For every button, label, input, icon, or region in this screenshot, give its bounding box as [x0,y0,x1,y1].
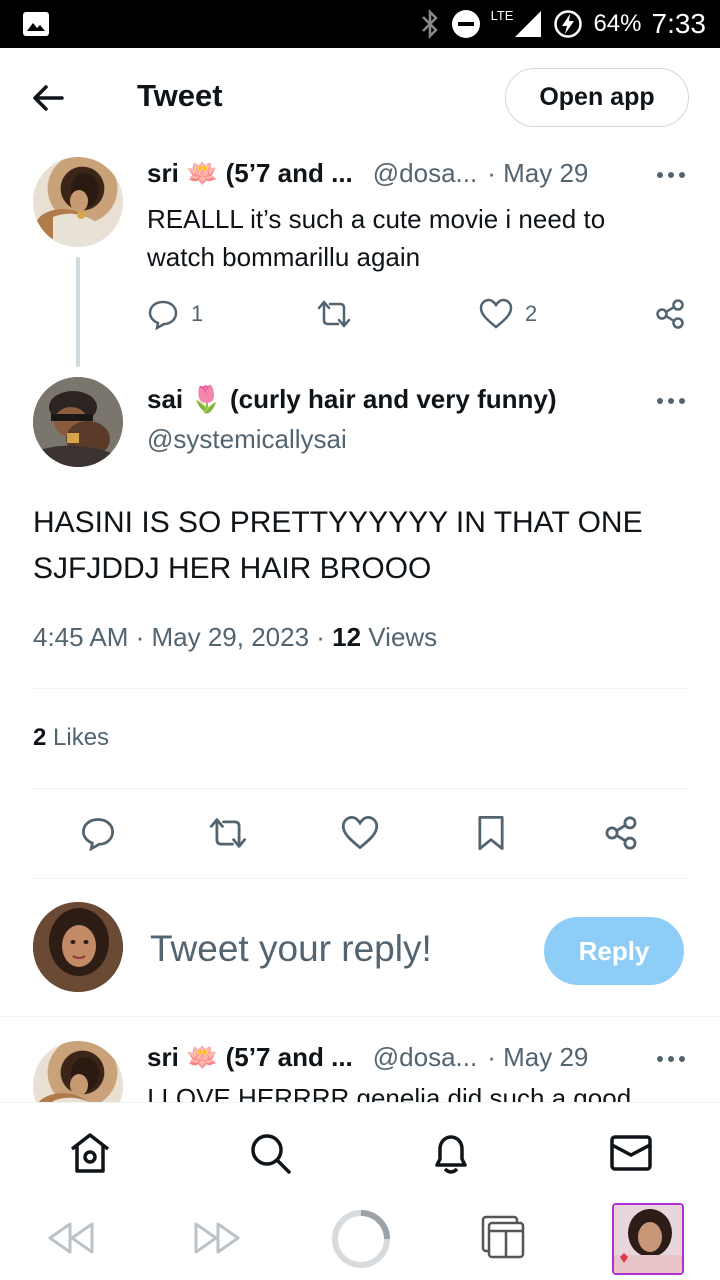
reply-input[interactable]: Tweet your reply! [150,928,432,970]
likes-label: Likes [46,724,110,751]
reply-icon [148,300,178,330]
network-type: LTE [490,8,514,23]
more-options-icon[interactable] [656,1053,686,1065]
tabs-icon[interactable] [480,1214,528,1262]
loading-icon[interactable] [330,1208,392,1270]
retweet-action[interactable] [316,298,352,330]
bluetooth-icon [421,9,438,39]
bookmark-icon[interactable] [474,814,508,852]
like-count: 2 [525,301,538,326]
profile-image [614,1205,682,1273]
search-icon[interactable] [248,1131,292,1175]
author-handle[interactable]: @systemicallysai [147,424,347,455]
avatar[interactable] [33,1041,123,1102]
home-icon[interactable] [68,1131,112,1175]
views-count: 12 [332,622,362,652]
author-name[interactable]: sri 🪷 (5’7 and ... [147,158,353,189]
rewind-icon[interactable] [46,1218,96,1258]
heart-icon [479,298,513,329]
like-action[interactable]: 2 [479,298,537,330]
back-arrow-icon[interactable] [28,78,68,118]
avatar-image [35,173,103,247]
reply-action[interactable]: 1 [147,298,203,330]
dnd-icon [451,10,480,38]
likes-count: 2 [33,724,47,751]
divider [32,788,688,789]
tweet-date[interactable]: · May 29 [487,1042,588,1073]
my-avatar[interactable] [33,902,123,992]
retweet-icon[interactable] [208,815,248,851]
share-icon[interactable] [603,815,639,851]
share-action[interactable] [654,298,686,330]
battery-level: 64% [593,10,642,37]
tweet-timestamp[interactable]: 4:45 AM · May 29, 2023 · [33,622,332,652]
tweet-text-line: HASINI IS SO PRETTYYYYYY IN THAT ONE [33,506,643,539]
next-tweet[interactable]: sri 🪷 (5’7 and ... @dosa... · May 29 I L… [0,1017,720,1102]
author-handle[interactable]: @dosa... [373,1042,477,1073]
tweet-meta: 4:45 AM · May 29, 2023 · 12 Views [33,622,437,653]
divider [32,688,688,689]
fast-forward-icon[interactable] [192,1218,242,1258]
divider [32,878,688,879]
author-name[interactable]: sri 🪷 (5’7 and ... [147,1042,353,1073]
avatar-image [33,377,123,467]
thread-line [76,257,80,367]
messages-icon[interactable] [609,1133,653,1173]
page-title: Tweet [137,78,223,113]
tweet-text: HASINI IS SO PRETTYYYYYY IN THAT ONE SJF… [33,500,643,592]
reply-button[interactable]: Reply [544,917,684,985]
likes-summary[interactable]: 2 Likes [33,724,109,752]
clock: 7:33 [651,8,707,39]
status-bar: LTE 64% 7:33 [0,0,720,48]
more-options-icon[interactable] [656,169,686,181]
avatar[interactable] [33,377,123,467]
top-bar: Tweet Open app [0,48,720,148]
tweet-text-line: SJFJDDJ HER HAIR BROOO [33,552,432,585]
profile-icon[interactable] [612,1203,684,1275]
retweet-icon [317,300,351,328]
reply-icon[interactable] [80,815,116,851]
gallery-notification-icon [23,12,49,36]
tweet-text-line: I LOVE HERRRR genelia did such a good [147,1083,632,1102]
heart-icon[interactable] [341,815,379,851]
avatar[interactable] [33,157,123,247]
tweet-text: REALLL it’s such a cute movie i need to … [147,200,605,276]
signal-icon [515,11,542,37]
avatar-image [33,902,123,992]
more-options-icon[interactable] [656,395,686,407]
notifications-icon[interactable] [429,1131,473,1177]
tweet-date[interactable]: · May 29 [487,158,588,189]
tweet-text-line: REALLL it’s such a cute movie i need to [147,204,606,234]
bottom-nav [0,1102,720,1202]
reply-count: 1 [191,301,204,326]
browser-toolbar [0,1196,720,1280]
author-name[interactable]: sai 🌷 (curly hair and very funny) [147,384,557,414]
tweet-text-line: watch bommarillu again [147,242,421,272]
open-app-button[interactable]: Open app [505,68,689,127]
share-icon [656,299,684,329]
battery-charging-icon [554,10,583,38]
views-label: Views [361,622,438,652]
avatar-image [38,1057,99,1102]
author-handle[interactable]: @dosa... [373,158,477,189]
